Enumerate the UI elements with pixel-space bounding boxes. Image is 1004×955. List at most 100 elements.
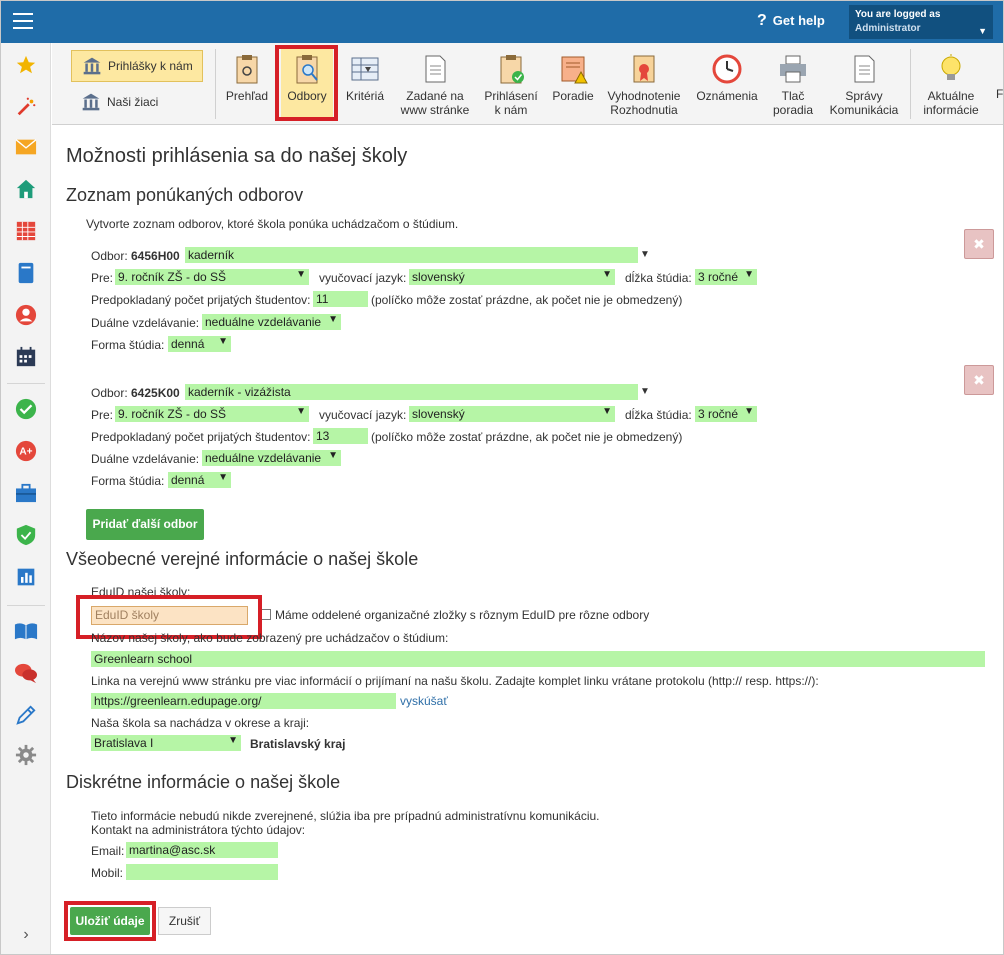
get-help-link[interactable]: ? Get help bbox=[757, 12, 825, 30]
nasi-ziaci-button[interactable]: Naši žiaci bbox=[71, 86, 203, 118]
pre-label: Pre: bbox=[91, 271, 114, 285]
add-odbor-button[interactable]: Pridať ďalší odbor bbox=[86, 509, 204, 540]
delete-odbor-button[interactable]: ✖ bbox=[964, 229, 994, 259]
document-icon bbox=[425, 55, 446, 83]
eduid-checkbox-label: Máme oddelené organizačné zložky s rôzny… bbox=[275, 608, 650, 622]
hamburger-menu-icon[interactable] bbox=[13, 13, 33, 29]
tab-oznamenia[interactable]: Oznámenia bbox=[689, 49, 765, 121]
user-account-dropdown[interactable]: You are logged as Administrator ▼ bbox=[849, 5, 993, 39]
chat-icon[interactable] bbox=[14, 661, 38, 685]
dlzka-label: dĺžka štúdia: bbox=[625, 408, 692, 422]
pocet-field[interactable]: 11 bbox=[313, 291, 368, 307]
star-icon[interactable] bbox=[14, 53, 38, 77]
web-link-field[interactable]: https://greenlearn.edupage.org/ bbox=[91, 693, 396, 709]
kraj-value: Bratislavský kraj bbox=[250, 737, 346, 751]
dualne-select[interactable]: neduálne vzdelávanie ▼ bbox=[202, 314, 341, 330]
toolbar-divider bbox=[215, 49, 216, 119]
tab-tlac-poradia[interactable]: Tlač poradia bbox=[768, 49, 818, 121]
calendar-icon[interactable] bbox=[14, 345, 38, 369]
try-link[interactable]: vyskúšať bbox=[400, 694, 448, 708]
web-link-label: Linka na verejnú www stránku pre viac in… bbox=[91, 674, 819, 688]
forma-label: Forma štúdia: bbox=[91, 338, 165, 352]
odbor-code: 6425K00 bbox=[131, 386, 180, 400]
school-name-label: Názov našej školy, ako bude zobrazený pr… bbox=[91, 631, 449, 645]
tab-vyhodnotenie[interactable]: Vyhodnotenie Rozhodnutia bbox=[604, 49, 684, 121]
book-icon[interactable] bbox=[14, 261, 38, 285]
chevron-down-icon: ▼ bbox=[218, 336, 228, 347]
pre-select[interactable]: 9. ročník ZŠ - do SŠ ▼ bbox=[115, 406, 309, 422]
email-label: Email: bbox=[91, 844, 125, 858]
jazyk-select[interactable]: slovenský ▼ bbox=[409, 269, 615, 285]
pocet-field[interactable]: 13 bbox=[313, 428, 368, 444]
tab-kriteria[interactable]: Kritériá bbox=[340, 49, 390, 121]
chevron-down-icon: ▼ bbox=[228, 735, 238, 746]
odbor-name-field[interactable]: kaderník - vizážista bbox=[185, 384, 638, 400]
tab-prehlad[interactable]: Prehľad bbox=[222, 49, 272, 121]
svg-text:A+: A+ bbox=[19, 447, 32, 458]
tab-prihlaseni-k-nam[interactable]: Prihlásení k nám bbox=[480, 49, 542, 121]
logged-as-label: You are logged as bbox=[855, 9, 941, 20]
forma-select[interactable]: denná ▼ bbox=[168, 472, 231, 488]
timetable-icon[interactable] bbox=[14, 219, 38, 243]
dlzka-select[interactable]: 3 ročné ▼ bbox=[695, 406, 757, 422]
pen-icon[interactable] bbox=[14, 703, 38, 727]
email-field[interactable]: martina@asc.sk bbox=[126, 842, 278, 858]
tab-spravy-komunikacia[interactable]: Správy Komunikácia bbox=[824, 49, 904, 121]
chevron-down-icon: ▼ bbox=[602, 269, 612, 280]
forma-select[interactable]: denná ▼ bbox=[168, 336, 231, 352]
pocet-hint: (políčko môže zostať prázdne, ak počet n… bbox=[371, 293, 683, 307]
chevron-down-icon: ▼ bbox=[328, 450, 338, 461]
chevron-right-icon[interactable]: › bbox=[14, 923, 38, 947]
jazyk-select[interactable]: slovenský ▼ bbox=[409, 406, 615, 422]
admin-contact-label: Kontakt na administrátora týchto údajov: bbox=[91, 823, 306, 837]
chevron-down-icon: ▼ bbox=[218, 472, 228, 483]
clipboard-eye-icon bbox=[236, 55, 258, 84]
toolbar-divider bbox=[910, 49, 911, 119]
odbor-code: 6456H00 bbox=[131, 249, 180, 263]
caret-down-icon[interactable]: ▼ bbox=[640, 249, 650, 260]
dlzka-select[interactable]: 3 ročné ▼ bbox=[695, 269, 757, 285]
plus-badge-icon[interactable]: A+ bbox=[14, 439, 38, 463]
sidebar-divider bbox=[7, 383, 45, 384]
caret-down-icon[interactable]: ▼ bbox=[640, 386, 650, 397]
region-label: Naša škola sa nachádza v okrese a kraji: bbox=[91, 716, 310, 730]
tab-zadane-na-www[interactable]: Zadané na www stránke bbox=[395, 49, 475, 121]
school-name-field[interactable]: Greenlearn school bbox=[91, 651, 985, 667]
jazyk-label: vyučovací jazyk: bbox=[319, 271, 407, 285]
pre-select[interactable]: 9. ročník ZŠ - do SŠ ▼ bbox=[115, 269, 309, 285]
bar-chart-icon[interactable] bbox=[14, 565, 38, 589]
prihlasky-k-nam-button[interactable]: Prihlášky k nám bbox=[71, 50, 203, 82]
tab-poradie[interactable]: Poradie bbox=[547, 49, 599, 121]
odbor-label: Odbor: bbox=[91, 249, 128, 263]
pocet-label: Predpokladaný počet prijatých študentov: bbox=[91, 430, 311, 444]
open-book-icon[interactable] bbox=[14, 619, 38, 643]
private-info-note: Tieto informácie nebudú nikde zverejnené… bbox=[91, 809, 600, 823]
table-icon bbox=[351, 57, 379, 81]
delete-odbor-button[interactable]: ✖ bbox=[964, 365, 994, 395]
question-icon: ? bbox=[757, 12, 767, 29]
okres-select[interactable]: Bratislava I ▼ bbox=[91, 735, 241, 751]
gear-icon[interactable] bbox=[14, 743, 38, 767]
toolbar-overflow-indicator: F bbox=[996, 87, 1004, 101]
list-warning-icon bbox=[561, 56, 588, 84]
odbor-name-field[interactable]: kaderník bbox=[185, 247, 638, 263]
briefcase-icon[interactable] bbox=[14, 481, 38, 505]
mobil-label: Mobil: bbox=[91, 866, 124, 880]
chevron-down-icon: ▼ bbox=[744, 406, 754, 417]
dualne-label: Duálne vzdelávanie: bbox=[91, 452, 200, 466]
lightbulb-icon bbox=[941, 54, 961, 80]
home-icon[interactable] bbox=[14, 177, 38, 201]
envelope-icon[interactable] bbox=[14, 135, 38, 159]
check-icon[interactable] bbox=[14, 397, 38, 421]
chevron-down-icon: ▼ bbox=[744, 269, 754, 280]
sidebar-divider bbox=[7, 605, 45, 606]
close-icon: ✖ bbox=[973, 236, 985, 252]
magic-wand-icon[interactable] bbox=[14, 95, 38, 119]
tab-aktualne-informacie[interactable]: Aktuálne informácie bbox=[916, 49, 986, 121]
shield-icon[interactable] bbox=[14, 523, 38, 547]
user-icon[interactable] bbox=[14, 303, 38, 327]
mobil-field[interactable] bbox=[126, 864, 278, 880]
cancel-button[interactable]: Zrušiť bbox=[158, 907, 211, 935]
section-heading-odbory: Zoznam ponúkaných odborov bbox=[66, 185, 304, 205]
dualne-select[interactable]: neduálne vzdelávanie ▼ bbox=[202, 450, 341, 466]
